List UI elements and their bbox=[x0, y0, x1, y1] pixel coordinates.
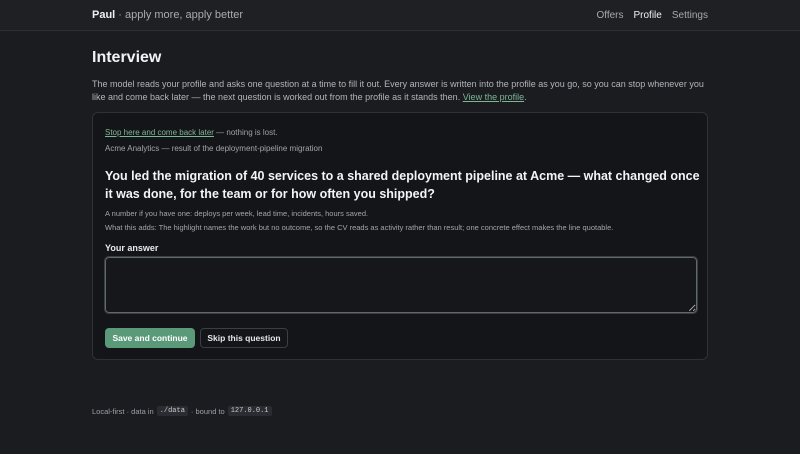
question-context: Acme Analytics — result of the deploymen… bbox=[105, 144, 323, 153]
footer-middle: · bound to bbox=[190, 406, 225, 416]
nav-settings[interactable]: Settings bbox=[672, 10, 708, 21]
intro-end: . bbox=[524, 92, 527, 102]
stop-note: Stop here and come back later — nothing … bbox=[105, 128, 278, 137]
skip-question-button[interactable]: Skip this question bbox=[200, 328, 288, 348]
page-title: Interview bbox=[92, 49, 162, 66]
interview-card: Stop here and come back later — nothing … bbox=[92, 112, 708, 360]
address-code: 127.0.0.1 bbox=[227, 406, 272, 416]
stop-suffix: — nothing is lost. bbox=[213, 128, 278, 137]
question-text: You led the migration of 40 services to … bbox=[105, 169, 700, 201]
brand-name: Paul bbox=[92, 9, 116, 21]
main-content: Interview The model reads your profile a… bbox=[92, 48, 708, 104]
page-intro: The model reads your profile and asks on… bbox=[92, 78, 708, 104]
question-rationale: What this adds: The highlight names the … bbox=[105, 223, 614, 232]
question-hint: A number if you have one: deploys per we… bbox=[105, 209, 369, 218]
save-continue-button[interactable]: Save and continue bbox=[105, 328, 195, 348]
brand-tagline: · apply more, apply better bbox=[118, 9, 244, 21]
view-profile-link[interactable]: View the profile bbox=[463, 92, 524, 102]
nav-profile[interactable]: Profile bbox=[634, 10, 662, 21]
answer-label: Your answer bbox=[105, 243, 159, 253]
stop-link[interactable]: Stop here and come back later bbox=[105, 128, 214, 137]
nav-offers[interactable]: Offers bbox=[596, 10, 623, 21]
footer: Local-first · data in ./data · bound to … bbox=[92, 406, 272, 416]
top-bar: Paul · apply more, apply better Offers P… bbox=[0, 0, 800, 31]
answer-input[interactable] bbox=[104, 256, 698, 314]
intro-text: The model reads your profile and asks on… bbox=[92, 79, 704, 102]
main-nav: Offers Profile Settings bbox=[596, 10, 708, 21]
data-dir-code: ./data bbox=[156, 406, 188, 416]
brand[interactable]: Paul · apply more, apply better bbox=[92, 9, 243, 21]
footer-prefix: Local-first · data in bbox=[92, 406, 154, 416]
